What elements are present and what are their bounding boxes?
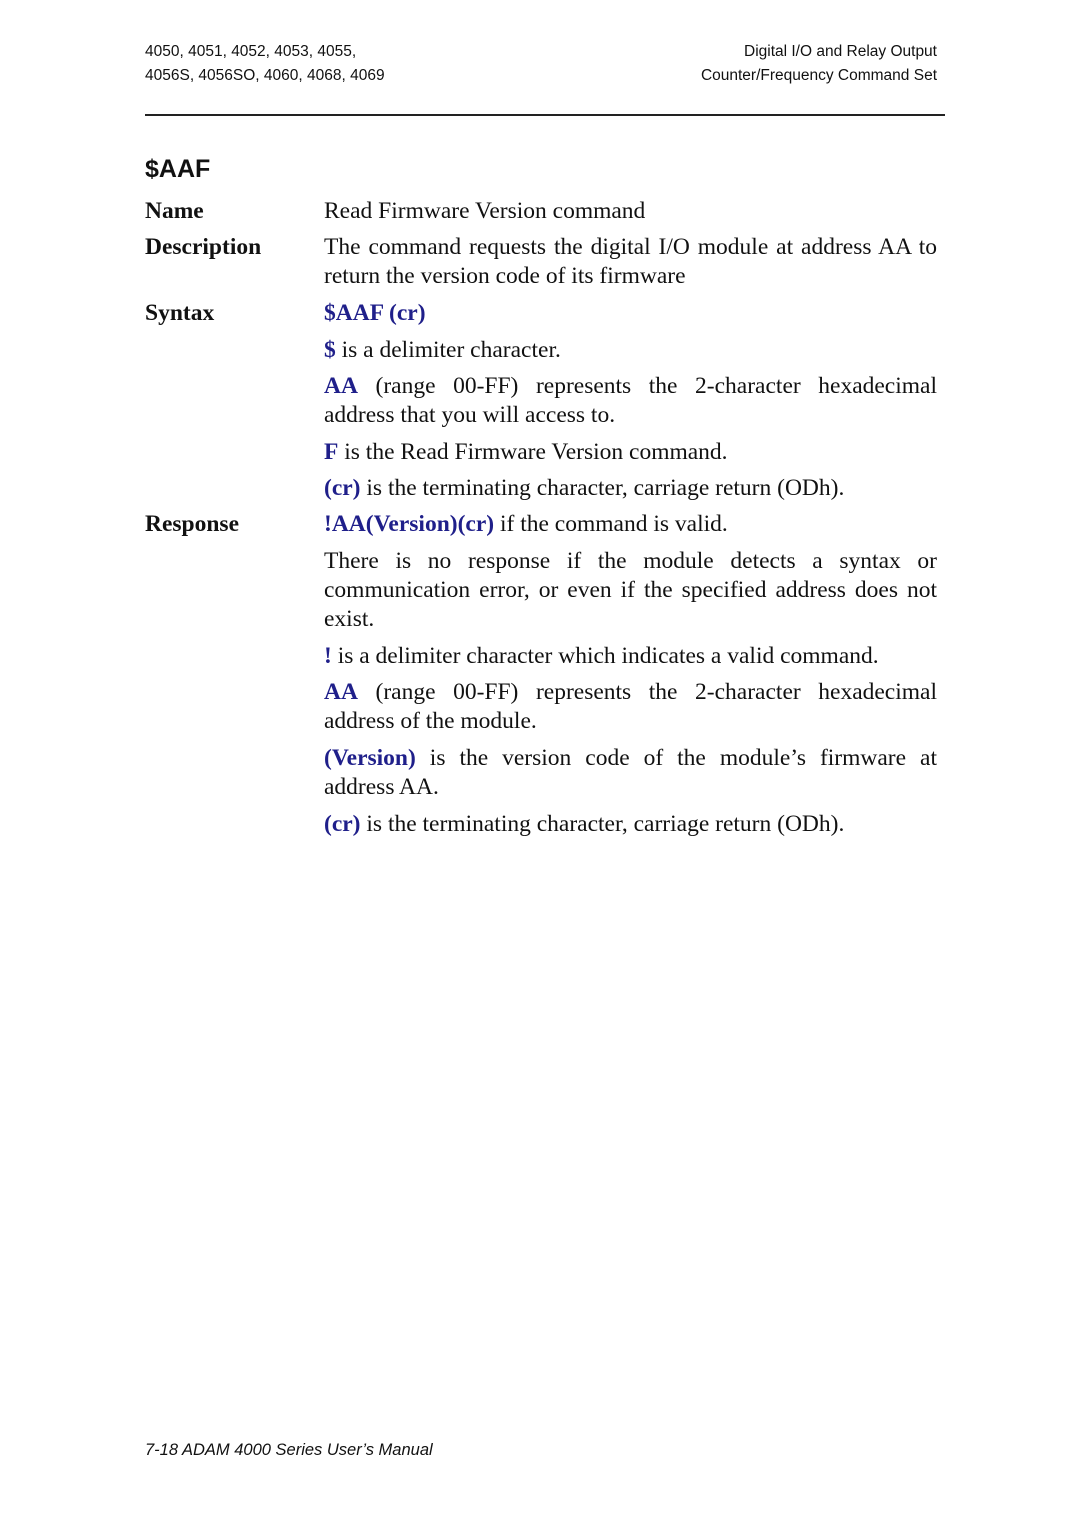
response-term: !AA(Version)(cr) xyxy=(324,511,495,537)
header-model-list: 4050, 4051, 4052, 4053, 4055, 4056S, 405… xyxy=(145,40,385,88)
name-label: Name xyxy=(145,198,204,224)
syntax-desc: is the Read Firmware Version command. xyxy=(338,439,728,465)
response-item-desc: is the version code of the module’s firm… xyxy=(324,745,937,800)
syntax-term: (cr) xyxy=(324,475,361,501)
page-footer: 7-18 ADAM 4000 Series User’s Manual xyxy=(145,1441,433,1459)
syntax-desc: (range 00-FF) represents the 2-character… xyxy=(324,373,937,428)
header-section-title: Digital I/O and Relay Output Counter/Fre… xyxy=(701,40,937,88)
syntax-term: F xyxy=(324,439,339,465)
response-item-desc: is the terminating character, carriage r… xyxy=(360,811,845,837)
response-note: There is no response if the module detec… xyxy=(324,548,937,632)
name-value: Read Firmware Version command xyxy=(324,198,646,224)
response-item-term: AA xyxy=(324,679,358,705)
page-header: 4050, 4051, 4052, 4053, 4055, 4056S, 405… xyxy=(145,40,945,116)
header-right-line1: Digital I/O and Relay Output xyxy=(744,43,937,60)
response-desc: if the command is valid. xyxy=(494,511,728,537)
syntax-desc: is a delimiter character. xyxy=(335,337,561,363)
description-value: The command requests the digital I/O mod… xyxy=(324,234,937,289)
header-right-line2: Counter/Frequency Command Set xyxy=(700,67,937,84)
syntax-term: $ xyxy=(324,337,336,363)
header-divider xyxy=(145,114,945,116)
response-item-term: (Version) xyxy=(324,745,416,771)
response-item-desc: is a delimiter character which indicates… xyxy=(331,643,879,669)
syntax-value: $AAF (cr) xyxy=(324,300,426,326)
header-left-line2: 4056S, 4056SO, 4060, 4068, 4069 xyxy=(145,67,385,84)
response-item-term: ! xyxy=(324,643,332,669)
description-label: Description xyxy=(145,234,262,260)
response-label: Response xyxy=(145,511,240,537)
command-title: $AAF xyxy=(145,155,211,183)
syntax-desc: is the terminating character, carriage r… xyxy=(360,475,845,501)
response-item-term: (cr) xyxy=(324,811,361,837)
syntax-label: Syntax xyxy=(145,300,215,326)
header-left-line1: 4050, 4051, 4052, 4053, 4055, xyxy=(145,43,357,60)
response-item-desc: (range 00-FF) represents the 2-character… xyxy=(324,679,937,734)
syntax-term: AA xyxy=(324,373,358,399)
